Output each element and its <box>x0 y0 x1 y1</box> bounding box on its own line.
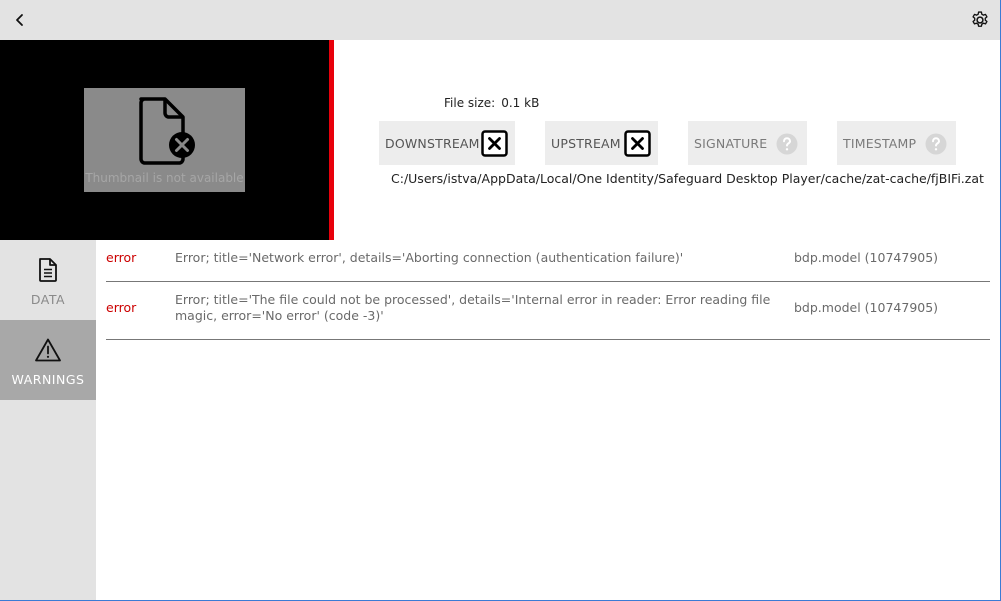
x-box-icon <box>481 130 508 157</box>
warning-message: Error; title='The file could not be proc… <box>175 292 771 323</box>
warning-level: error <box>106 250 137 265</box>
gear-icon <box>972 11 988 27</box>
file-error-icon <box>139 97 195 165</box>
document-icon <box>34 256 62 284</box>
warning-source: bdp.model (10747905) <box>794 250 939 265</box>
question-circle-icon <box>773 130 800 157</box>
signature-label: SIGNATURE <box>694 135 768 151</box>
thumbnail-placeholder: Thumbnail is not available <box>84 88 245 192</box>
upstream-check[interactable]: UPSTREAM <box>545 121 658 165</box>
file-path: C:/Users/istva/AppData/Local/One Identit… <box>391 171 984 186</box>
settings-button[interactable] <box>969 9 991 31</box>
warning-level: error <box>106 300 137 315</box>
sidebar: DATA WARNINGS <box>0 240 96 601</box>
warning-message: Error; title='Network error', details='A… <box>175 250 684 265</box>
warning-triangle-icon <box>34 336 62 364</box>
thumbnail-unavailable-text: Thumbnail is not available <box>85 171 244 185</box>
timestamp-check[interactable]: TIMESTAMP <box>837 121 956 165</box>
signature-check[interactable]: SIGNATURE <box>688 121 807 165</box>
sidebar-item-warnings[interactable]: WARNINGS <box>0 320 96 400</box>
timestamp-label: TIMESTAMP <box>843 135 917 151</box>
list-item[interactable]: error Error; title='Network error', deta… <box>106 240 990 282</box>
downstream-label: DOWNSTREAM <box>385 135 480 151</box>
thumbnail-panel: Thumbnail is not available <box>0 40 334 240</box>
list-item[interactable]: error Error; title='The file could not b… <box>106 282 990 340</box>
file-info-panel: File size: 0.1 kB DOWNSTREAM UPSTREAM SIG… <box>334 40 1001 240</box>
sidebar-item-data[interactable]: DATA <box>0 240 96 320</box>
sidebar-item-label: DATA <box>30 292 66 307</box>
warning-source: bdp.model (10747905) <box>794 300 939 315</box>
downstream-check[interactable]: DOWNSTREAM <box>379 121 515 165</box>
question-circle-icon <box>922 130 949 157</box>
top-bar <box>0 0 1001 40</box>
back-button[interactable] <box>10 10 30 30</box>
upstream-label: UPSTREAM <box>551 135 621 151</box>
x-box-icon <box>624 130 651 157</box>
sidebar-item-label: WARNINGS <box>11 372 85 387</box>
file-size: File size: 0.1 kB <box>444 96 539 110</box>
chevron-left-icon <box>16 14 23 26</box>
file-size-value: 0.1 kB <box>501 96 540 110</box>
file-size-label: File size: <box>444 96 496 110</box>
warnings-list: error Error; title='Network error', deta… <box>96 240 1000 601</box>
